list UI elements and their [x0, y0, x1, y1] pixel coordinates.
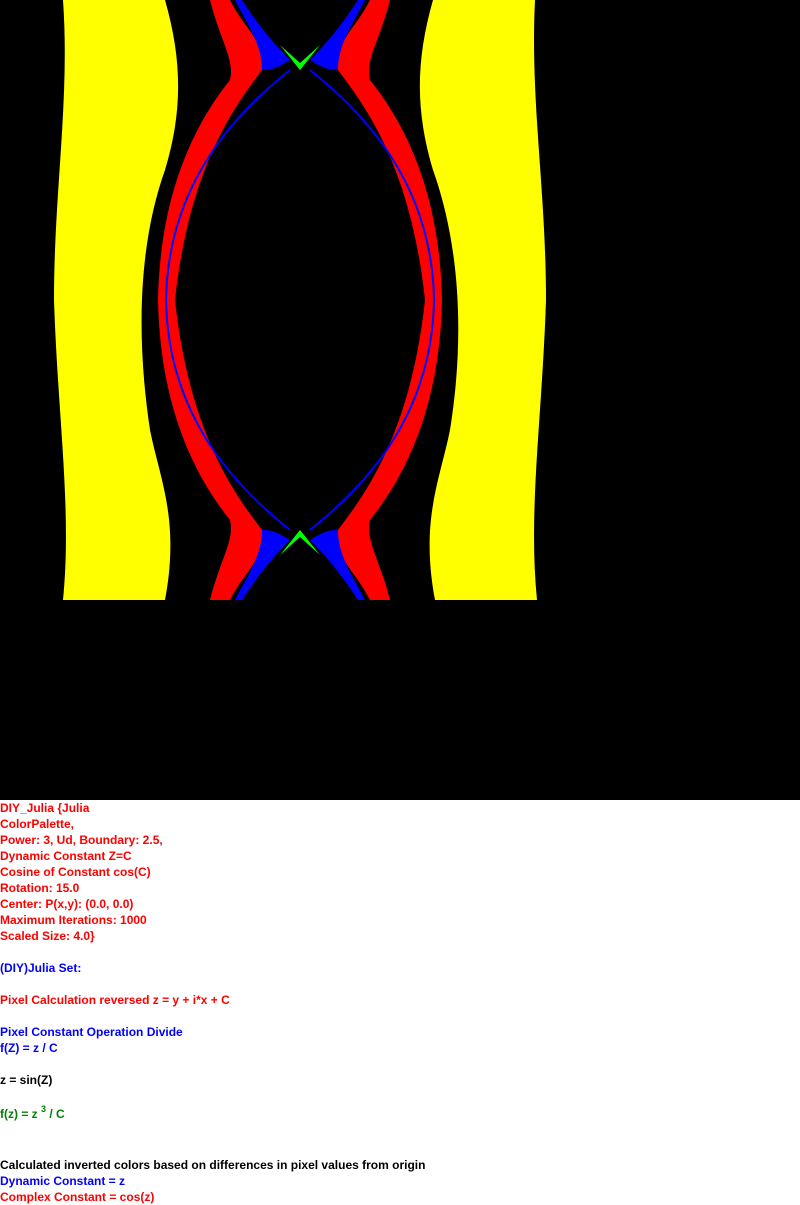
- header-line: Rotation: 15.0: [0, 881, 80, 895]
- fractal-image: [0, 0, 800, 800]
- pixel-constant-operation: Pixel Constant Operation Divide: [0, 1025, 183, 1039]
- complex-constant: Complex Constant = cos(z): [0, 1190, 155, 1204]
- header-line: ColorPalette,: [0, 817, 75, 831]
- fractal-info-panel: DIY_Julia {Julia ColorPalette, Power: 3,…: [0, 800, 800, 1205]
- dynamic-constant: Dynamic Constant = z: [0, 1174, 126, 1188]
- color-calculation-note: Calculated inverted colors based on diff…: [0, 1158, 426, 1172]
- f-of-Z-formula: f(Z) = z / C: [0, 1041, 58, 1055]
- f-of-z-suffix: / C: [46, 1107, 65, 1121]
- header-line: Cosine of Constant cos(C): [0, 865, 151, 879]
- fractal-canvas: [0, 0, 800, 800]
- header-line: Dynamic Constant Z=C: [0, 849, 132, 863]
- header-line: DIY_Julia {Julia: [0, 801, 90, 815]
- z-formula: z = sin(Z): [0, 1073, 53, 1087]
- set-title: (DIY)Julia Set:: [0, 961, 82, 975]
- pixel-calculation: Pixel Calculation reversed z = y + i*x +…: [0, 993, 230, 1007]
- header-line: Power: 3, Ud, Boundary: 2.5,: [0, 833, 163, 847]
- header-line: Maximum Iterations: 1000: [0, 913, 147, 927]
- f-of-z-prefix: f(z) = z: [0, 1107, 41, 1121]
- header-line: Center: P(x,y): (0.0, 0.0): [0, 897, 134, 911]
- header-line: Scaled Size: 4.0}: [0, 929, 95, 943]
- f-of-z-formula: f(z) = z 3 / C: [0, 1104, 800, 1125]
